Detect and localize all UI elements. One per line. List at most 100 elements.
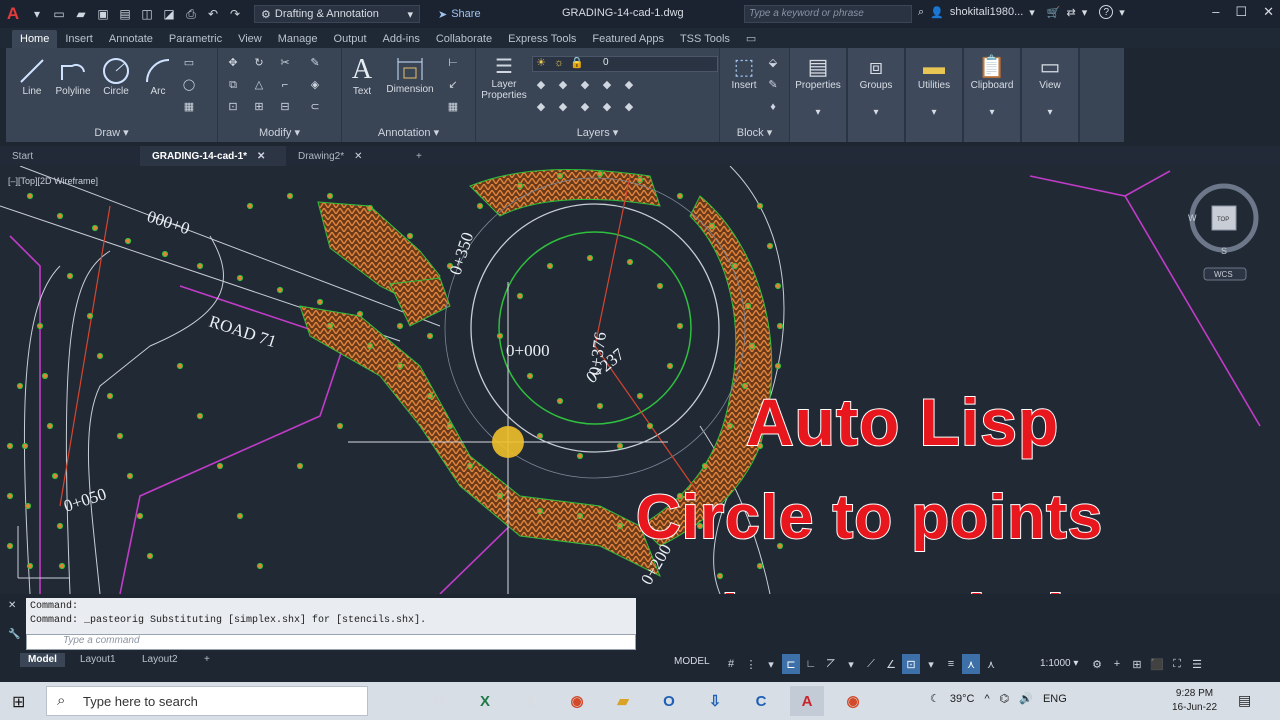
ribbon-tab-output[interactable]: Output	[326, 30, 375, 48]
erase-icon[interactable]: ✎	[308, 56, 322, 70]
annotation-footer[interactable]: Annotation ▾	[342, 124, 475, 142]
copy-icon[interactable]: ⧉	[226, 78, 240, 92]
circle-tool[interactable]: Circle	[96, 56, 136, 97]
ribbon-tab-tss-tools[interactable]: TSS Tools	[672, 30, 738, 48]
exchange-icon[interactable]: ⇄	[1067, 6, 1076, 19]
network-icon[interactable]: ⌬	[1000, 692, 1010, 705]
file-explorer-icon[interactable]: ▰	[606, 686, 640, 716]
notification-icon[interactable]: ▤	[1238, 692, 1251, 709]
doc-tab[interactable]: Drawing2* ✕	[286, 146, 404, 166]
chrome-alt-icon[interactable]: ◉	[836, 686, 870, 716]
text-tool[interactable]: A Text	[346, 54, 378, 97]
clean-screen-icon[interactable]: ⛶	[1168, 654, 1186, 674]
hatch-icon[interactable]: ▦	[182, 100, 196, 114]
hardware-acceleration-icon[interactable]: ⬛	[1148, 654, 1166, 674]
chevron-up-icon[interactable]: ^	[984, 693, 989, 705]
save-as-icon[interactable]: ▤	[116, 7, 134, 21]
offset-icon[interactable]: ⊂	[308, 100, 322, 114]
cortana-icon[interactable]: ○	[376, 686, 410, 716]
ellipse-icon[interactable]: ◯	[182, 78, 196, 92]
system-clock[interactable]: 9:28 PM 16-Jun-22	[1172, 687, 1217, 715]
add-icon[interactable]: +	[1108, 654, 1126, 674]
modify-footer[interactable]: Modify ▾	[218, 124, 341, 142]
workspace-select[interactable]: ⚙ Drafting & Annotation ▾	[254, 5, 420, 23]
explode-icon[interactable]: ◈	[308, 78, 322, 92]
ribbon-tab-view[interactable]: View	[230, 30, 270, 48]
chrome-icon[interactable]: ◉	[560, 686, 594, 716]
ribbon-tab-collaborate[interactable]: Collaborate	[428, 30, 500, 48]
command-input[interactable]: Type a command	[26, 634, 636, 650]
autocad-taskbar-icon[interactable]: A	[790, 686, 824, 716]
layout-tab-model[interactable]: Model	[20, 653, 65, 667]
snap-dropdown-icon[interactable]: ▾	[762, 654, 780, 674]
layer-tool-3-icon[interactable]: ◆	[578, 78, 592, 92]
utilities-panel[interactable]: ▬ Utilities ▾	[906, 48, 964, 142]
layer-tool-4-icon[interactable]: ◆	[600, 78, 614, 92]
search-icon[interactable]: ⌕	[918, 6, 924, 19]
ribbon-tab-featured-apps[interactable]: Featured Apps	[584, 30, 672, 48]
viewcube-top-label[interactable]: TOP	[1217, 217, 1229, 223]
task-view-icon[interactable]: ⧉	[422, 686, 456, 716]
annotation-scale[interactable]: 1:1000 ▾	[1040, 658, 1078, 669]
autocad-logo-icon[interactable]: A	[0, 0, 26, 28]
minimize-icon[interactable]: –	[1212, 4, 1219, 20]
ribbon-tab-annotate[interactable]: Annotate	[101, 30, 161, 48]
plot-icon[interactable]: ⎙	[182, 7, 200, 21]
close-tab-icon[interactable]: ✕	[354, 151, 362, 162]
ribbon-tab-insert[interactable]: Insert	[57, 30, 101, 48]
weather-icon[interactable]: ☾	[930, 692, 940, 705]
table-icon[interactable]: ▦	[446, 100, 460, 114]
ribbon-tab-parametric[interactable]: Parametric	[161, 30, 230, 48]
language-indicator[interactable]: ENG	[1043, 693, 1067, 705]
viewport-controls-label[interactable]: [–][Top][2D Wireframe]	[8, 176, 98, 186]
ribbon-tab-home[interactable]: Home	[12, 30, 58, 48]
usb-drive-icon[interactable]: ▮	[514, 686, 548, 716]
isodraft-icon[interactable]: ⟋	[862, 654, 880, 674]
temperature[interactable]: 39°C	[950, 693, 975, 705]
dropdown-arrow-icon[interactable]: ▾	[28, 7, 46, 21]
keyword-search-input[interactable]: Type a keyword or phrase	[744, 5, 912, 23]
attribute-icon[interactable]: ♦	[766, 100, 780, 114]
osnap-dropdown-icon[interactable]: ▾	[922, 654, 940, 674]
chevron-down-icon[interactable]: ▾	[1029, 6, 1035, 19]
new-file-icon[interactable]: ▭	[50, 7, 68, 21]
layer-tool-10-icon[interactable]: ◆	[622, 100, 636, 114]
ribbon-tab-add-ins[interactable]: Add-ins	[375, 30, 428, 48]
rectangle-icon[interactable]: ▭	[182, 56, 196, 70]
snap-icon[interactable]: ⋮	[742, 654, 760, 674]
edit-block-icon[interactable]: ✎	[766, 78, 780, 92]
polyline-tool[interactable]: Polyline	[48, 56, 98, 97]
undo-icon[interactable]: ↶	[204, 7, 222, 21]
layers-footer[interactable]: Layers ▾	[476, 124, 719, 142]
layer-properties-tool[interactable]: ☰ Layer Properties	[480, 54, 528, 101]
arc-tool[interactable]: Arc	[140, 56, 176, 97]
osnap-icon[interactable]: ⊡	[902, 654, 920, 674]
rotate-icon[interactable]: ↻	[252, 56, 266, 70]
osnap-tracking-icon[interactable]: ∠	[882, 654, 900, 674]
outlook-icon[interactable]: O	[652, 686, 686, 716]
excel-icon[interactable]: X	[468, 686, 502, 716]
properties-panel[interactable]: ▤ Properties ▾	[790, 48, 848, 142]
model-space-button[interactable]: MODEL	[674, 656, 710, 667]
polar-dropdown-icon[interactable]: ▾	[842, 654, 860, 674]
share-button[interactable]: ➤ Share	[438, 8, 481, 21]
cart-icon[interactable]: 🛒	[1047, 6, 1061, 19]
annotation-visibility-icon[interactable]: ⋏	[962, 654, 980, 674]
line-tool[interactable]: Line	[12, 56, 52, 97]
view-panel[interactable]: ▭ View ▾	[1022, 48, 1080, 142]
camtasia-icon[interactable]: C	[744, 686, 778, 716]
grid-icon[interactable]: #	[722, 654, 740, 674]
ortho-icon[interactable]: ∟	[802, 654, 820, 674]
open-folder-icon[interactable]: ▰	[72, 7, 90, 21]
customize-icon[interactable]: ☰	[1188, 654, 1206, 674]
compass-west[interactable]: W	[1188, 213, 1197, 223]
dimension-tool[interactable]: Dimension	[382, 54, 438, 95]
trim-icon[interactable]: ✂	[278, 56, 292, 70]
viewcube[interactable]: TOP W S WCS	[1188, 183, 1259, 281]
drawing-canvas[interactable]: ROAD 71 000+0 0+000 0+350 0+376 0+237 0+…	[0, 166, 1280, 594]
help-icon[interactable]: ?	[1099, 5, 1114, 19]
wcs-label[interactable]: WCS	[1214, 270, 1233, 279]
installer-icon[interactable]: ⇩	[698, 686, 732, 716]
layout-tab-layout1[interactable]: Layout1	[72, 653, 124, 667]
web-open-icon[interactable]: ◫	[138, 7, 156, 21]
